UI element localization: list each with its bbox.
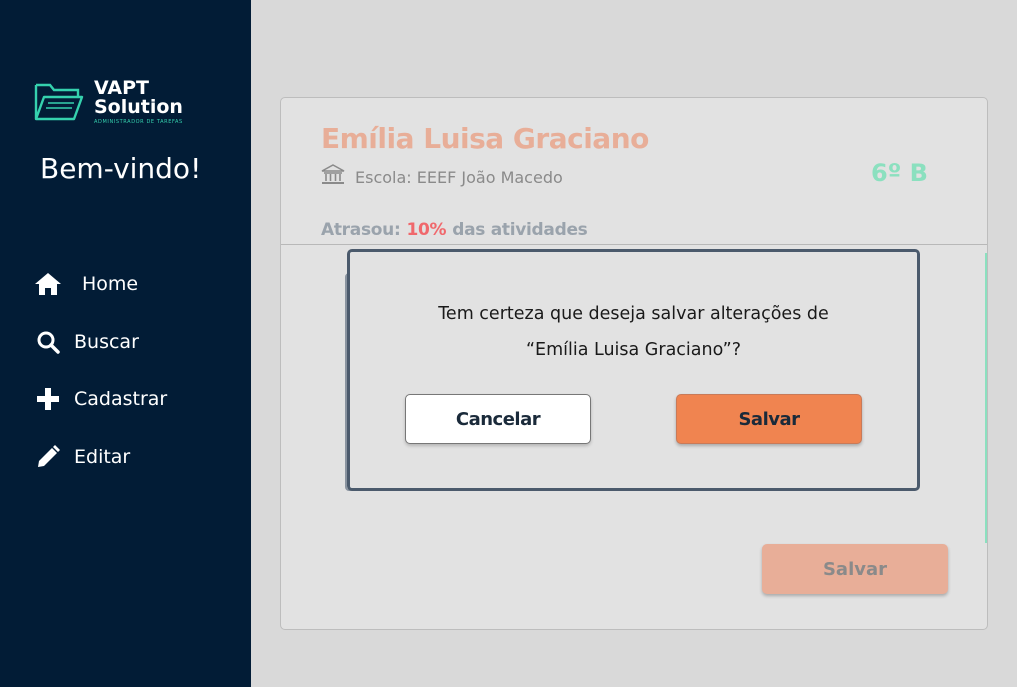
app-logo: VAPT Solution ADMINISTRADOR DE TAREFAS xyxy=(34,79,183,125)
sidebar-item-home[interactable]: Home xyxy=(34,266,167,302)
late-percentage: 10% xyxy=(406,220,447,240)
folder-icon xyxy=(34,83,84,121)
pencil-icon xyxy=(34,443,62,471)
confirm-dialog: Tem certeza que deseja salvar alterações… xyxy=(347,249,920,491)
sidebar-item-label: Buscar xyxy=(74,330,139,353)
confirm-message-line2: “Emília Luisa Graciano”? xyxy=(525,340,742,360)
school-name: Escola: EEEF João Macedo xyxy=(355,167,563,187)
late-label: Atrasou: xyxy=(321,220,401,240)
late-stat: Atrasou: 10% das atividades xyxy=(321,220,588,240)
school-info: Escola: EEEF João Macedo xyxy=(321,164,563,190)
plus-icon xyxy=(34,385,62,413)
sidebar: VAPT Solution ADMINISTRADOR DE TAREFAS B… xyxy=(0,0,251,687)
sidebar-item-label: Home xyxy=(82,273,139,295)
welcome-heading: Bem-vindo! xyxy=(40,152,202,185)
logo-subtitle: ADMINISTRADOR DE TAREFAS xyxy=(94,119,183,125)
sidebar-item-search[interactable]: Buscar xyxy=(34,324,167,360)
confirm-message: Tem certeza que deseja salvar alterações… xyxy=(350,296,917,368)
search-icon xyxy=(34,328,62,356)
student-name: Emília Luisa Graciano xyxy=(321,122,649,155)
confirm-message-line1: Tem certeza que deseja salvar alterações… xyxy=(438,304,829,324)
cancel-button[interactable]: Cancelar xyxy=(405,394,591,444)
class-badge: 6º B xyxy=(871,159,928,187)
logo-title-line2: Solution xyxy=(94,96,183,118)
sidebar-nav: Home Buscar Cadastrar Editar xyxy=(34,266,167,496)
sidebar-item-register[interactable]: Cadastrar xyxy=(34,381,167,417)
late-suffix: das atividades xyxy=(452,220,588,240)
accent-bar xyxy=(985,253,987,543)
divider xyxy=(281,244,987,245)
sidebar-item-edit[interactable]: Editar xyxy=(34,439,167,475)
sidebar-item-label: Editar xyxy=(74,445,131,468)
home-icon xyxy=(34,270,62,298)
save-button[interactable]: Salvar xyxy=(762,544,948,594)
sidebar-item-label: Cadastrar xyxy=(74,388,168,410)
confirm-save-button[interactable]: Salvar xyxy=(676,394,862,444)
bank-icon xyxy=(321,164,345,190)
